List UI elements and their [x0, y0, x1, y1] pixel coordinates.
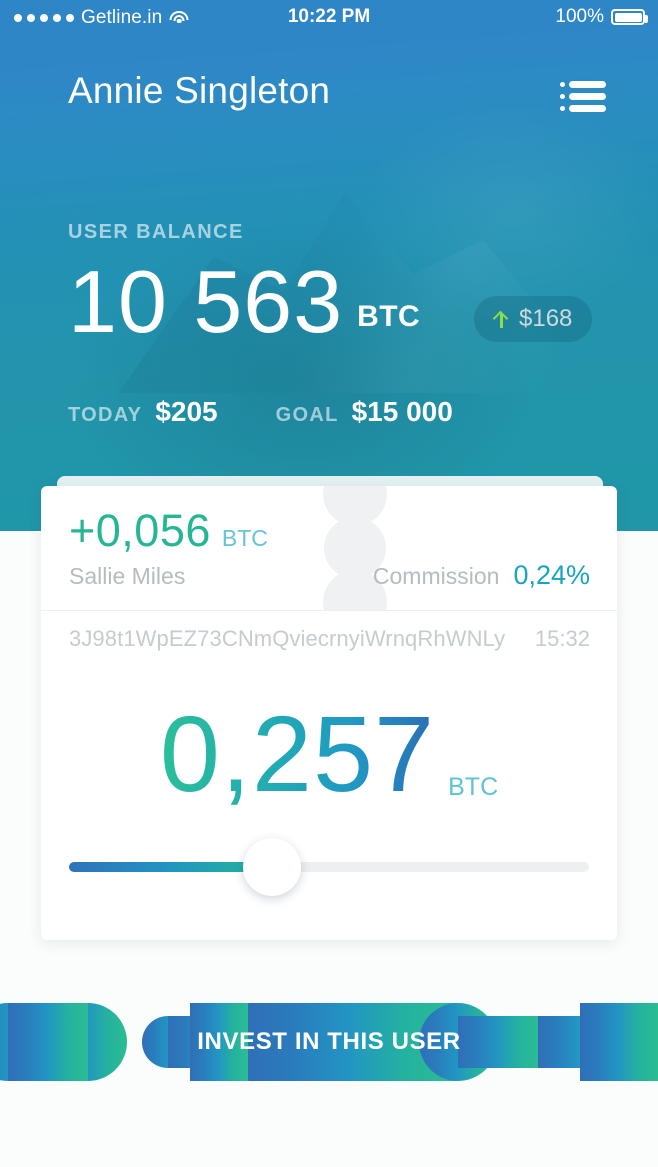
total-currency: BTC — [448, 773, 499, 801]
balance-gain-badge: $168 — [474, 296, 593, 342]
stats-row: TODAY $205 GOAL $15 000 — [68, 396, 453, 428]
transaction-card: +0,056 BTC Sallie Miles Commission 0,24%… — [41, 486, 617, 940]
ticket-notch-divider — [313, 486, 397, 610]
battery-full-icon — [611, 9, 648, 25]
invest-button[interactable]: INVEST IN THIS USER — [0, 1003, 658, 1081]
slider-fill — [69, 862, 272, 872]
page-title: Annie Singleton — [68, 70, 331, 111]
balance-gain-value: $168 — [519, 305, 573, 332]
commission-value: 0,24% — [513, 560, 590, 590]
transaction-time: 15:32 — [534, 626, 590, 651]
received-block: +0,056 BTC Sallie Miles — [69, 508, 268, 590]
invest-button-label[interactable]: INVEST IN THIS USER — [0, 1003, 658, 1081]
commission-label: Commission — [372, 563, 500, 589]
stat-label-today: TODAY — [68, 404, 143, 426]
battery-percent-label: 100% — [555, 6, 604, 27]
status-bar: Getline.in 10:22 PM 100% — [0, 0, 658, 36]
sender-name: Sallie Miles — [69, 563, 186, 589]
list-menu-icon[interactable] — [560, 80, 606, 114]
total-amount: 0,257 — [159, 693, 436, 814]
slider-thumb[interactable] — [242, 838, 301, 896]
amount-slider[interactable] — [69, 838, 589, 896]
bottom-chain-decoration — [0, 1153, 658, 1167]
total-amount-block: 0,257 BTC — [41, 684, 617, 824]
stat-value-today: $205 — [155, 396, 218, 427]
stat-value-goal: $15 000 — [351, 396, 453, 427]
stat-label-goal: GOAL — [275, 404, 339, 426]
commission-block: Commission 0,24% — [373, 560, 590, 591]
balance-amount: 10 563 — [68, 252, 344, 351]
transaction-hash: 3J98t1WpEZ73CNmQviecrnyiWrnqRhWNLy — [69, 626, 506, 651]
top-nav: Annie Singleton — [0, 70, 658, 134]
received-currency: BTC — [221, 525, 268, 551]
app-root: Getline.in 10:22 PM 100% Annie Singleton… — [0, 0, 658, 1167]
balance-amount-row: 10 563 BTC — [68, 252, 421, 351]
balance-currency: BTC — [357, 299, 421, 333]
balance-label: USER BALANCE — [68, 221, 244, 243]
status-bar-right: 100% — [555, 6, 648, 28]
transaction-hash-row[interactable]: 3J98t1WpEZ73CNmQviecrnyiWrnqRhWNLy 15:32 — [41, 611, 617, 667]
transaction-card-header: +0,056 BTC Sallie Miles Commission 0,24% — [41, 486, 617, 610]
arrow-up-icon — [494, 311, 509, 328]
received-amount: +0,056 — [69, 505, 211, 556]
